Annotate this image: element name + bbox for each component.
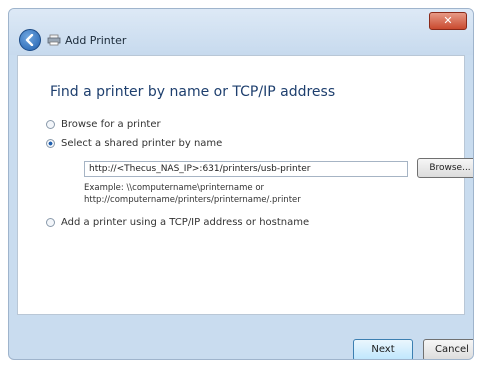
back-arrow-icon — [25, 34, 34, 46]
option-browse-for-printer[interactable]: Browse for a printer — [46, 119, 161, 131]
next-button[interactable]: Next — [353, 339, 413, 359]
title-bar: ✕ Add Printer — [9, 9, 473, 55]
add-printer-window: ✕ Add Printer Find a printer by name or … — [8, 8, 474, 360]
wizard-content: Find a printer by name or TCP/IP address… — [17, 55, 473, 315]
back-button[interactable] — [19, 29, 41, 51]
example-text: Example: \\computername\printername or h… — [84, 183, 301, 205]
option-select-shared-printer[interactable]: Select a shared printer by name — [46, 138, 222, 150]
close-button[interactable]: ✕ — [429, 12, 467, 30]
cancel-button[interactable]: Cancel — [423, 339, 473, 359]
page-heading: Find a printer by name or TCP/IP address — [50, 84, 336, 100]
browse-button[interactable]: Browse... — [417, 158, 473, 178]
radio-button[interactable] — [46, 120, 55, 129]
radio-button-selected[interactable] — [46, 139, 55, 148]
radio-button[interactable] — [46, 218, 55, 227]
window-title: Add Printer — [65, 34, 127, 47]
option-tcpip-address[interactable]: Add a printer using a TCP/IP address or … — [46, 217, 309, 229]
shared-printer-url-input[interactable] — [84, 161, 408, 177]
printer-icon — [47, 34, 61, 46]
